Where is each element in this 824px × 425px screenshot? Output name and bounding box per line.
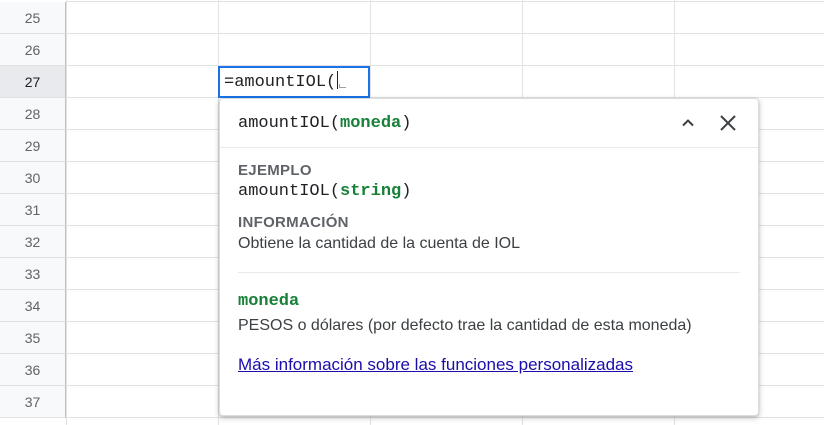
- popup-header: amountIOL(moneda): [220, 99, 758, 148]
- row-header[interactable]: 31: [0, 194, 66, 226]
- row-divider: [66, 33, 824, 34]
- column-divider: [66, 0, 67, 425]
- section-divider: [238, 272, 740, 273]
- example-close-paren: ): [401, 182, 412, 201]
- function-signature: amountIOL(moneda): [238, 114, 660, 133]
- row-divider: [66, 417, 824, 418]
- cell-formula-text: =amountIOL(: [224, 73, 337, 92]
- close-button[interactable]: [716, 111, 740, 135]
- row-header[interactable]: 37: [0, 386, 66, 418]
- row-header[interactable]: 30: [0, 162, 66, 194]
- signature-close-paren: ): [401, 113, 412, 133]
- example-label: EJEMPLO: [238, 162, 312, 179]
- example-argument: string: [340, 182, 402, 201]
- popup-body: EJEMPLO amountIOL(string) INFORMACIÓN Ob…: [220, 148, 758, 375]
- row-divider: [66, 65, 824, 66]
- close-icon: [720, 115, 736, 131]
- signature-parameter: moneda: [340, 113, 402, 133]
- example-code: amountIOL(string): [238, 182, 740, 201]
- argument-name: moneda: [238, 292, 300, 311]
- example-function-name: amountIOL(: [238, 182, 341, 201]
- collapse-button[interactable]: [676, 111, 700, 135]
- info-text: Obtiene la cantidad de la cuenta de IOL: [238, 235, 520, 252]
- row-header[interactable]: 36: [0, 354, 66, 386]
- function-help-popup: amountIOL(moneda) EJEMPLO amountIOL(stri…: [219, 98, 759, 416]
- chevron-up-icon: [682, 119, 694, 127]
- row-header[interactable]: 29: [0, 130, 66, 162]
- row-header[interactable]: 35: [0, 322, 66, 354]
- row-header[interactable]: 26: [0, 34, 66, 66]
- row-header[interactable]: 33: [0, 258, 66, 290]
- row-divider: [66, 1, 824, 2]
- row-header[interactable]: 34: [0, 290, 66, 322]
- more-info-link[interactable]: Más información sobre las funciones pers…: [238, 355, 633, 375]
- signature-function-name: amountIOL(: [238, 113, 341, 133]
- argument-description: PESOS o dólares (por defecto trae la can…: [238, 317, 692, 334]
- row-header[interactable]: 32: [0, 226, 66, 258]
- row-header[interactable]: 27: [0, 66, 66, 98]
- row-header[interactable]: 25: [0, 2, 66, 34]
- text-caret: [337, 71, 339, 89]
- argument-hint-marker: [339, 84, 347, 88]
- cell-editor[interactable]: =amountIOL(: [218, 66, 370, 98]
- row-header[interactable]: 28: [0, 98, 66, 130]
- info-label: INFORMACIÓN: [238, 214, 349, 231]
